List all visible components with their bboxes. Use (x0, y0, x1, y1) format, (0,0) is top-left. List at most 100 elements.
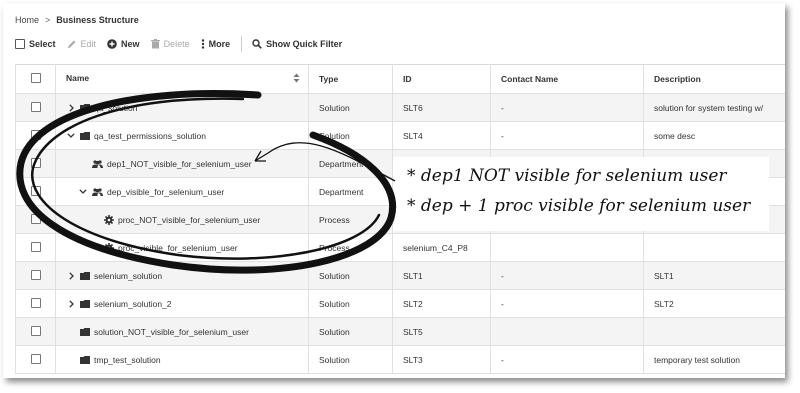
row-checkbox[interactable] (15, 205, 56, 234)
chevron-right-icon[interactable] (66, 299, 76, 308)
column-header-contact[interactable]: Contact Name (490, 64, 644, 94)
id-cell: SLT4 (392, 121, 491, 150)
folder-icon (80, 271, 90, 280)
table-row[interactable]: qa_solution Solution SLT6- solution for sys… (15, 93, 785, 122)
row-name: proc_visible_for_selenium_user (118, 242, 238, 253)
folder-icon (80, 327, 90, 336)
contact-cell: - (490, 345, 644, 374)
row-name: qa_solution (94, 102, 138, 113)
chevron-right-icon[interactable] (66, 271, 76, 280)
name-cell[interactable]: selenium_solution (55, 261, 309, 290)
table-row[interactable]: solution_NOT_visible_for_selenium_user So… (15, 317, 785, 346)
contact-cell: - (490, 93, 644, 122)
delete-label: Delete (163, 39, 190, 49)
edit-label: Edit (80, 39, 97, 49)
type-cell: Solution (308, 317, 393, 346)
gear-icon (104, 214, 114, 225)
quick-filter-button[interactable]: Show Quick Filter (252, 39, 342, 49)
chevron-down-icon[interactable] (78, 189, 88, 194)
id-cell: SLT1 (392, 261, 491, 290)
type-cell: Solution (308, 289, 393, 318)
row-name: solution_NOT_visible_for_selenium_user (94, 326, 249, 337)
type-cell: Solution (308, 93, 393, 122)
name-cell[interactable]: proc_NOT_visible_for_selenium_user (55, 205, 309, 234)
annotation-line-2: * dep + 1 proc visible for selenium user (407, 196, 751, 216)
gear-icon (104, 242, 114, 253)
name-cell[interactable]: qa_test_permissions_solution (55, 121, 309, 150)
name-cell[interactable]: qa_solution (55, 93, 309, 122)
folder-icon (80, 355, 90, 364)
table-row[interactable]: proc_visible_for_selenium_user Process sel… (15, 233, 785, 262)
id-cell: selenium_C4_P8 (392, 233, 491, 262)
contact-cell: - (490, 261, 644, 290)
name-cell[interactable]: dep1_NOT_visible_for_selenium_user (55, 149, 309, 178)
more-label: More (208, 39, 231, 49)
type-cell: Process (308, 205, 393, 234)
column-header-type[interactable]: Type (308, 64, 393, 94)
edit-button[interactable]: Edit (67, 39, 97, 49)
type-cell: Process (308, 233, 393, 262)
type-cell: Solution (308, 121, 393, 150)
breadcrumb: Home > Business Structure (15, 15, 139, 25)
row-name: selenium_solution (94, 270, 163, 281)
people-icon (92, 159, 103, 168)
description-cell: temporary test solution (643, 345, 785, 374)
toolbar: Select Edit New Delete More Show Quick F… (15, 36, 353, 52)
table-row[interactable]: selenium_solution Solution SLT1- SLT1 (15, 261, 785, 290)
trash-icon (150, 39, 160, 49)
name-cell[interactable]: proc_visible_for_selenium_user (55, 233, 309, 262)
checkbox-icon (15, 39, 25, 49)
table-row[interactable]: selenium_solution_2 Solution SLT2- SLT2 (15, 289, 785, 318)
name-cell[interactable]: tmp_test_solution (55, 345, 309, 374)
row-name: tmp_test_solution (94, 354, 161, 365)
row-checkbox[interactable] (15, 149, 56, 178)
breadcrumb-home-link[interactable]: Home (15, 15, 39, 25)
table-row[interactable]: tmp_test_solution Solution SLT3- temporary … (15, 345, 785, 374)
row-name: proc_NOT_visible_for_selenium_user (118, 214, 261, 225)
description-cell: some desc (643, 121, 785, 150)
name-cell[interactable]: solution_NOT_visible_for_selenium_user (55, 317, 309, 346)
people-icon (92, 187, 103, 196)
delete-button[interactable]: Delete (150, 39, 190, 49)
row-checkbox[interactable] (15, 317, 56, 346)
table-row[interactable]: qa_test_permissions_solution Solution SLT4… (15, 121, 785, 150)
row-name: qa_test_permissions_solution (94, 130, 206, 141)
description-cell: solution for system testing w/ (643, 93, 785, 122)
row-checkbox[interactable] (15, 261, 56, 290)
id-cell: SLT5 (392, 317, 491, 346)
row-checkbox[interactable] (15, 233, 56, 262)
toolbar-divider (241, 36, 243, 52)
column-header-description[interactable]: Description (643, 64, 785, 94)
name-cell[interactable]: selenium_solution_2 (55, 289, 309, 318)
contact-cell: - (490, 121, 644, 150)
chevron-right-icon[interactable] (66, 103, 76, 112)
row-name: selenium_solution_2 (94, 298, 172, 309)
column-header-name[interactable]: Name (55, 64, 309, 94)
description-cell (643, 233, 785, 262)
id-cell: SLT2 (392, 289, 491, 318)
type-cell: Solution (308, 345, 393, 374)
pencil-icon (67, 39, 77, 49)
row-checkbox[interactable] (15, 93, 56, 122)
search-icon (252, 39, 262, 49)
type-cell: Department (308, 177, 393, 206)
select-button[interactable]: Select (15, 39, 56, 49)
row-checkbox[interactable] (15, 289, 56, 318)
id-cell: SLT3 (392, 345, 491, 374)
select-all-checkbox[interactable] (15, 64, 56, 94)
name-cell[interactable]: dep_visible_for_selenium_user (55, 177, 309, 206)
column-header-name-label: Name (66, 73, 90, 83)
new-label: New (121, 39, 140, 49)
row-checkbox[interactable] (15, 121, 56, 150)
row-name: dep_visible_for_selenium_user (107, 186, 225, 197)
column-header-id[interactable]: ID (392, 64, 491, 94)
chevron-down-icon[interactable] (66, 133, 76, 138)
row-checkbox[interactable] (15, 345, 56, 374)
more-button[interactable]: More (201, 39, 231, 49)
folder-icon (80, 103, 90, 112)
sort-icon[interactable] (293, 73, 300, 85)
type-cell: Department (308, 149, 393, 178)
row-name: dep1_NOT_visible_for_selenium_user (107, 158, 252, 169)
new-button[interactable]: New (107, 39, 140, 49)
row-checkbox[interactable] (15, 177, 56, 206)
